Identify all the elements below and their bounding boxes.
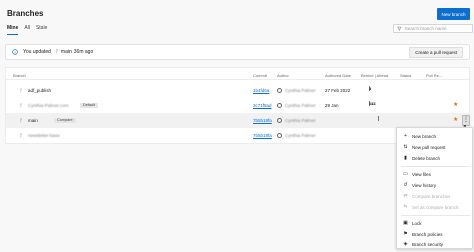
set-compare-icon: ⇋ [403,204,408,210]
col-author[interactable]: Author [277,73,289,78]
divider [378,115,379,121]
col-behind-ahead[interactable]: Behind | Ahead [361,73,388,78]
ahead-count: 0 [369,85,372,91]
commit-link[interactable]: 7b5b18fa [253,133,272,138]
table-row[interactable]: ᚴ adf_publish 1b4fd6a Cynthia Palmer 27 … [6,83,471,98]
page-title: Branches [7,9,44,18]
tab-bar: Mine All Stale [7,25,47,35]
new-branch-button[interactable]: New branch [437,8,470,20]
menu-item-branch-security[interactable]: ◈ Branch security [397,239,474,249]
menu-item-new-pull-request[interactable]: ⇅ New pull request [397,142,474,152]
authored-date: 27 Feb 2022 [325,88,351,93]
commit-link[interactable]: 1b4fd6a [253,88,269,93]
history-icon: ↺ [403,182,408,188]
pull-request-icon: ⇅ [403,144,408,150]
branch-name[interactable]: Cynthia-Palmer.com [28,103,69,108]
shield-icon: ◈ [403,241,408,247]
avatar [277,88,282,93]
author-name: Cynthia Palmer [285,103,316,108]
trash-icon: ▮ [404,155,407,161]
branch-icon: ᚴ [55,49,59,55]
star-icon[interactable]: ★ [453,116,458,123]
menu-item-compare-branches: ⇄ Compare branches [403,193,451,199]
col-status[interactable]: Status [400,73,411,78]
file-icon: ▭ [403,171,408,177]
menu-item-view-files[interactable]: ▭ View files [397,169,474,179]
lock-icon: ▣ [403,220,408,226]
branch-context-menu: + New branch ⇅ New pull request ▮ Delete br… [396,127,473,249]
menu-item-delete-branch[interactable]: ▮ Delete branch [397,153,474,163]
branch-icon: ᚴ [20,88,23,93]
col-authored-date[interactable]: Authored Date [325,73,351,78]
default-badge: Default [80,102,99,108]
search-box[interactable] [393,24,473,33]
table-header: Branch Commit Author Authored Date Behin… [6,68,471,80]
menu-divider [401,166,470,167]
tab-mine[interactable]: Mine [7,25,19,35]
avatar [277,133,282,138]
branch-name[interactable]: main [28,118,38,123]
col-commit[interactable]: Commit [253,73,267,78]
tab-stale[interactable]: Stale [36,25,47,35]
notice-branch[interactable]: main [61,49,72,55]
author-name: Cynthia Palmer [285,133,316,138]
menu-item-branch-policies[interactable]: ⚑ Branch policies [397,229,474,239]
page-header: Branches New branch [0,0,474,22]
notice-time: 36m ago [73,49,94,55]
avatar [277,103,282,108]
menu-item-new-branch[interactable]: + New branch [397,131,474,141]
menu-item-lock[interactable]: ▣ Lock [397,218,474,228]
branch-name[interactable]: newsletter-base [28,133,60,138]
table-row[interactable]: ᚴ Cynthia-Palmer.com Default 3c71f8ad Cy… [6,98,471,113]
ahead-bar [369,101,370,105]
update-notice: You updated ᚴ main 36m ago Create a pull… [5,44,470,60]
commit-link[interactable]: 7b5b18fa [253,118,272,123]
col-pull-request[interactable]: Pull Re... [426,73,442,78]
notice-text: You updated [23,49,51,55]
avatar [277,118,282,123]
author-name: Cynthia Palmer [285,88,316,93]
commit-link[interactable]: 3c71f8ad [253,103,272,108]
menu-item-set-compare-branch: ⇋ Set as compare branch [403,204,459,210]
menu-item-view-history[interactable]: ↺ View history [397,180,474,190]
branch-icon: ᚴ [20,103,23,108]
table-row[interactable]: ᚴ main Compare 7b5b18fa Cynthia Palmer ★… [6,113,471,128]
author-name: Cynthia Palmer [285,118,316,123]
star-icon[interactable]: ★ [453,101,458,108]
authored-date: 29 Jan [325,103,339,108]
info-icon [12,49,18,55]
search-input[interactable] [404,26,472,31]
branch-name[interactable]: adf_publish [28,88,51,93]
policy-icon: ⚑ [403,231,408,237]
filter-icon [397,26,402,31]
create-pull-request-button[interactable]: Create a pull request [409,47,463,58]
col-branch[interactable]: Branch [13,73,26,78]
compare-icon: ⇄ [403,193,408,199]
tab-all[interactable]: All [24,25,30,35]
compare-badge: Compare [54,117,76,123]
plus-icon: + [404,133,407,139]
branch-icon: ᚴ [20,118,23,123]
menu-divider [401,215,470,216]
branch-icon: ᚴ [20,133,23,138]
